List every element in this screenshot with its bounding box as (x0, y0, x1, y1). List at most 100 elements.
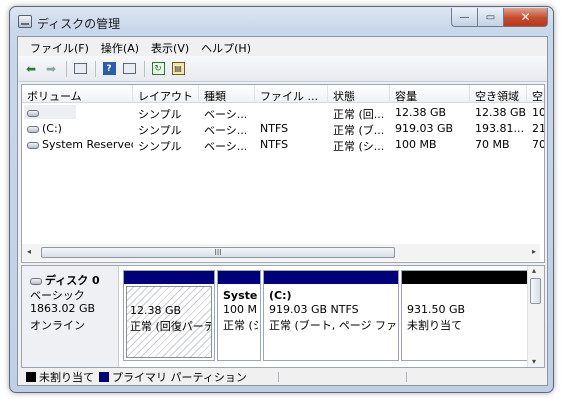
partition-unallocated[interactable]: 931.50 GB 未割り当て (401, 270, 538, 361)
properties-icon: ▤ (171, 62, 185, 75)
scroll-right-icon[interactable]: ▸ (532, 247, 536, 256)
status-bar (17, 372, 548, 384)
view-icon (122, 63, 136, 74)
partition-c-drive[interactable]: (C:) 919.03 GB NTFS 正常 (ブート, ページ ファ- (263, 270, 399, 361)
menu-help[interactable]: ヘルプ(H) (195, 37, 257, 56)
menu-file[interactable]: ファイル(F) (24, 37, 95, 56)
partition-title: (C:) (269, 289, 292, 302)
column-layout[interactable]: レイアウト (133, 85, 199, 103)
partition-title: Syster (223, 289, 258, 302)
cell-capacity: 919.03 GB (395, 122, 454, 135)
volume-name: System Reserved (42, 138, 133, 151)
disk-management-icon (18, 15, 32, 28)
vertical-scrollbar[interactable]: ▴ ▾ (527, 266, 544, 367)
cell-filesystem: NTFS (260, 138, 289, 151)
title-bar[interactable]: ディスクの管理 — ▭ ✕ (10, 7, 553, 35)
help-button[interactable]: ? (100, 60, 118, 78)
horizontal-scroll-thumb[interactable]: III (41, 247, 395, 258)
partition-title (407, 289, 535, 303)
toolbar-separator (95, 60, 96, 77)
caption-buttons: — ▭ ✕ (451, 8, 548, 27)
cell-free-percent: 21 (532, 122, 545, 135)
window-title: ディスクの管理 (37, 17, 121, 31)
status-segment (279, 372, 407, 382)
properties-button[interactable]: ▤ (169, 60, 187, 78)
cell-free-space: 70 MB (475, 138, 510, 151)
vertical-scroll-thumb[interactable] (530, 278, 541, 304)
column-volume[interactable]: ボリューム (22, 85, 133, 103)
disk-icon (30, 278, 42, 285)
scroll-left-icon[interactable]: ◂ (27, 247, 31, 256)
scroll-down-icon[interactable]: ▾ (532, 357, 536, 366)
cell-filesystem: NTFS (260, 122, 289, 135)
status-segment (17, 372, 279, 382)
volume-list-header: ボリューム レイアウト 種類 ファイル ... 状態 容量 空き領域 空き (22, 85, 544, 103)
volume-icon (27, 142, 39, 149)
partition-status: 正常 (ブート, ページ ファ- (269, 319, 396, 332)
minimize-icon: — (459, 11, 470, 23)
refresh-icon: ↻ (151, 62, 165, 75)
disk-management-window: ディスクの管理 — ▭ ✕ ファイル(F) 操作(A) 表示(V) ヘルプ(H)… (9, 6, 554, 393)
partition-status: 正常 (シ (223, 319, 258, 332)
toolbar-separator (144, 60, 145, 77)
disk-0-info[interactable]: ディスク 0 ベーシック 1863.02 GB オンライン (22, 266, 119, 367)
scroll-up-icon[interactable]: ▴ (532, 266, 536, 275)
partition-size: 919.03 GB NTFS (269, 303, 359, 316)
cell-free-percent: 70 (532, 138, 545, 151)
cell-type: ベーシ... (204, 140, 248, 152)
maximize-button[interactable]: ▭ (478, 8, 504, 27)
menu-action[interactable]: 操作(A) (95, 37, 145, 56)
close-button[interactable]: ✕ (504, 8, 548, 27)
cell-filesystem (255, 104, 328, 120)
partition-size: 12.38 GB (130, 304, 182, 317)
partition-size: 100 MI (223, 303, 258, 316)
cell-layout: シンプル (138, 108, 182, 120)
table-row[interactable]: System Reserved シンプル ベーシ... NTFS 正常 (シ..… (22, 136, 544, 152)
cell-status: 正常 (回... (333, 108, 385, 120)
column-filesystem[interactable]: ファイル ... (255, 85, 328, 103)
console-icon (73, 63, 87, 74)
partition-size: 931.50 GB (407, 303, 466, 316)
back-arrow-icon: ⬅ (25, 61, 37, 76)
partition-title (130, 290, 211, 304)
cell-capacity: 12.38 GB (395, 106, 447, 119)
cell-type: ベーシ... (204, 124, 248, 136)
forward-button[interactable]: ➡ (42, 60, 60, 78)
toolbar-separator (66, 60, 67, 77)
column-capacity[interactable]: 容量 (390, 85, 470, 103)
refresh-button[interactable]: ↻ (149, 60, 167, 78)
cell-free-percent: 100 (532, 106, 544, 119)
view-button[interactable] (120, 60, 138, 78)
table-row[interactable]: シンプル ベーシ... 正常 (回... 12.38 GB 12.38 GB 1… (22, 104, 544, 120)
partition-status: 正常 (回復パーティション) (130, 320, 211, 333)
partition-recovery[interactable]: 12.38 GB 正常 (回復パーティション) (123, 270, 215, 361)
console-tree-button[interactable] (71, 60, 89, 78)
partition-bar (218, 271, 260, 284)
volume-icon (27, 126, 39, 133)
partition-system-reserved[interactable]: Syster 100 MI 正常 (シ (217, 270, 261, 361)
back-button[interactable]: ⬅ (22, 60, 40, 78)
cell-free-space: 193.81... (475, 122, 524, 135)
horizontal-scrollbar[interactable]: ◂ III ▸ (22, 244, 540, 261)
maximize-icon: ▭ (485, 11, 496, 23)
column-free-space[interactable]: 空き領域 (470, 85, 527, 103)
menu-bar: ファイル(F) 操作(A) 表示(V) ヘルプ(H) (18, 37, 547, 56)
cell-layout: シンプル (138, 140, 182, 152)
column-free-percent[interactable]: 空き (527, 85, 544, 103)
status-segment (407, 372, 547, 382)
menu-view[interactable]: 表示(V) (145, 37, 195, 56)
cell-capacity: 100 MB (395, 138, 437, 151)
minimize-button[interactable]: — (451, 8, 478, 27)
table-row[interactable]: (C:) シンプル ベーシ... NTFS 正常 (ブ... 919.03 GB… (22, 120, 544, 136)
column-type[interactable]: 種類 (199, 85, 255, 103)
partition-status: 未割り当て (407, 319, 462, 332)
cell-status: 正常 (シ... (333, 140, 385, 152)
disk-type: ベーシック (30, 289, 85, 302)
partition-bar (124, 271, 214, 284)
cell-layout: シンプル (138, 124, 182, 136)
column-status[interactable]: 状態 (328, 85, 390, 103)
volume-name: (C:) (42, 122, 62, 135)
forward-arrow-icon: ➡ (45, 61, 57, 76)
disk-graphical-view: ディスク 0 ベーシック 1863.02 GB オンライン 12.38 GB 正… (21, 265, 545, 368)
cell-status: 正常 (ブ... (333, 124, 385, 136)
